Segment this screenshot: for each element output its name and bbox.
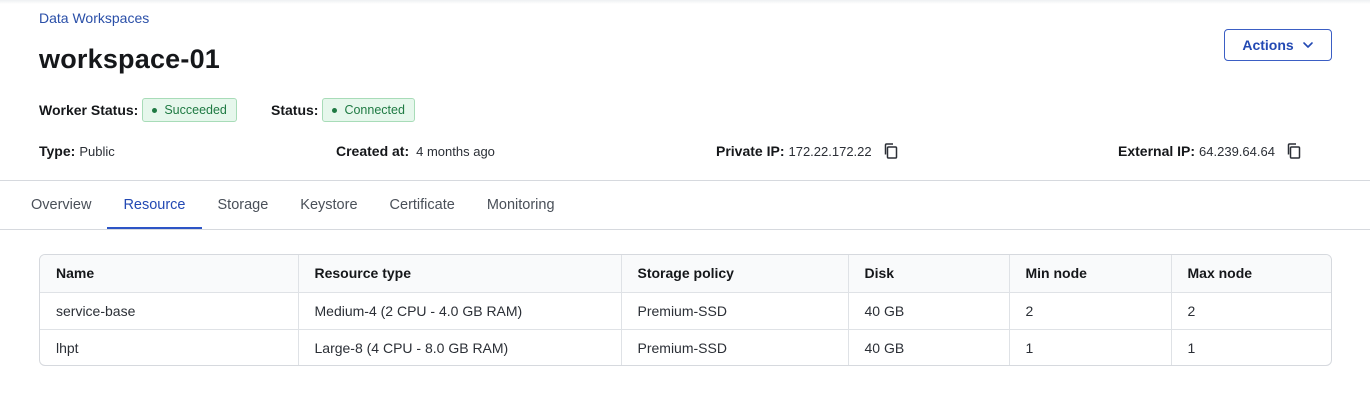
tab-overview[interactable]: Overview: [15, 181, 107, 229]
column-header-max-node[interactable]: Max node: [1171, 255, 1331, 293]
actions-button-label: Actions: [1242, 37, 1294, 53]
worker-status-value: Succeeded: [164, 103, 227, 117]
resource-table: Name Resource type Storage policy Disk M…: [39, 254, 1332, 366]
cell-name: lhpt: [40, 329, 299, 365]
info-external-ip: External IP: 64.239.64.64: [1118, 142, 1303, 160]
status-value: Connected: [344, 103, 405, 117]
cell-resource-type: Large-8 (4 CPU - 8.0 GB RAM): [298, 329, 622, 365]
copy-icon[interactable]: [1285, 142, 1303, 160]
worker-status: Worker Status: Succeeded: [39, 98, 237, 122]
worker-status-badge: Succeeded: [142, 98, 237, 122]
tab-certificate[interactable]: Certificate: [374, 181, 471, 229]
actions-button[interactable]: Actions: [1224, 29, 1332, 61]
column-header-name[interactable]: Name: [40, 255, 299, 293]
cell-disk: 40 GB: [848, 329, 1010, 365]
cell-max-node: 1: [1187, 339, 1196, 356]
cell-max-node: 2: [1171, 292, 1331, 330]
column-header-storage-policy[interactable]: Storage policy: [621, 255, 849, 293]
type-label: Type:: [39, 143, 76, 159]
status-label: Status:: [271, 102, 319, 118]
cell-name: service-base: [40, 292, 299, 330]
info-created: Created at: 4 months ago: [336, 142, 495, 160]
cell-storage-policy: Premium-SSD: [621, 292, 849, 330]
tab-storage[interactable]: Storage: [202, 181, 285, 229]
column-header-resource-type[interactable]: Resource type: [298, 255, 622, 293]
table-row[interactable]: service-base Medium-4 (2 CPU - 4.0 GB RA…: [40, 292, 1331, 330]
status-dot-icon: [332, 107, 338, 113]
column-header-min-node[interactable]: Min node: [1009, 255, 1172, 293]
tab-keystore[interactable]: Keystore: [284, 181, 373, 229]
column-header-disk[interactable]: Disk: [848, 255, 1010, 293]
table-header-row: Name Resource type Storage policy Disk M…: [40, 255, 1331, 293]
external-ip-value: 64.239.64.64: [1199, 143, 1275, 159]
cell-min-node: 1: [1009, 329, 1172, 365]
cell-min-node: 2: [1009, 292, 1172, 330]
breadcrumb-data-workspaces[interactable]: Data Workspaces: [39, 10, 149, 26]
type-value: Public: [79, 143, 115, 159]
info-type: Type: Public: [39, 142, 115, 160]
tab-resource[interactable]: Resource: [107, 181, 202, 230]
top-shadow: [0, 0, 1370, 4]
chevron-down-icon: [1302, 42, 1313, 48]
tabs-divider: [0, 229, 1370, 230]
table-row[interactable]: lhpt Large-8 (4 CPU - 8.0 GB RAM) Premiu…: [40, 329, 1331, 365]
info-private-ip: Private IP: 172.22.172.22: [716, 142, 900, 160]
tab-monitoring[interactable]: Monitoring: [471, 181, 571, 229]
connection-status: Status: Connected: [271, 98, 415, 122]
cell-disk: 40 GB: [848, 292, 1010, 330]
copy-icon[interactable]: [882, 142, 900, 160]
page-title: workspace-01: [39, 44, 220, 74]
cell-resource-type: Medium-4 (2 CPU - 4.0 GB RAM): [298, 292, 622, 330]
tab-bar: Overview Resource Storage Keystore Certi…: [15, 181, 571, 230]
private-ip-label: Private IP:: [716, 143, 785, 159]
created-label: Created at:: [336, 143, 410, 159]
private-ip-value: 172.22.172.22: [788, 143, 872, 159]
external-ip-label: External IP:: [1118, 143, 1196, 159]
created-value: 4 months ago: [416, 143, 495, 159]
worker-status-label: Worker Status:: [39, 102, 139, 118]
cell-storage-policy: Premium-SSD: [621, 329, 849, 365]
status-dot-icon: [152, 107, 158, 113]
status-badge: Connected: [322, 98, 415, 122]
